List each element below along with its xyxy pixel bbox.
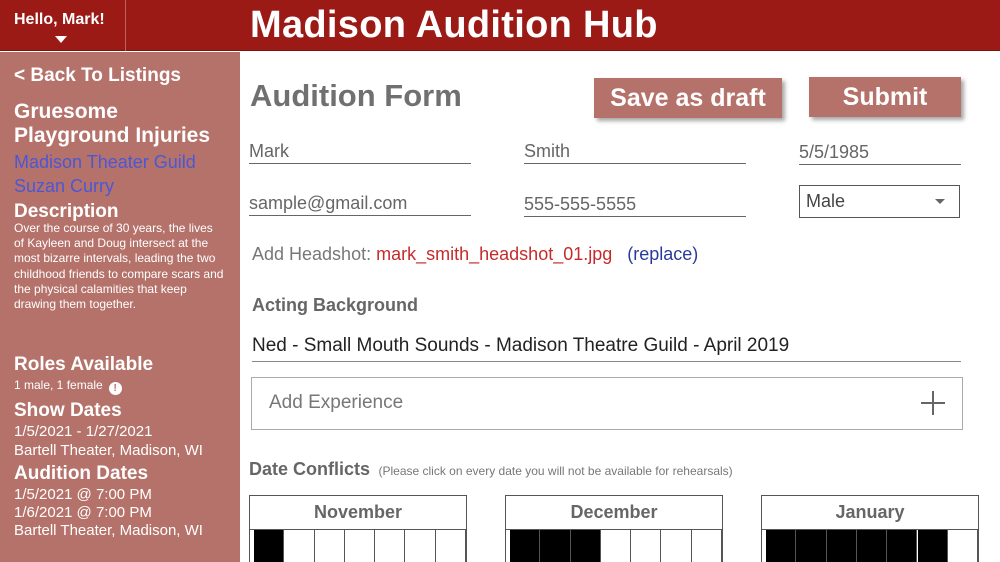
alert-icon[interactable]: ! bbox=[108, 382, 122, 395]
replace-headshot-link[interactable]: (replace) bbox=[627, 244, 698, 264]
roles-text: 1 male, 1 female bbox=[14, 378, 103, 392]
submit-button[interactable]: Submit bbox=[809, 77, 961, 117]
gender-select[interactable]: Male bbox=[799, 185, 960, 218]
add-experience-placeholder: Add Experience bbox=[269, 392, 404, 413]
show-title: Gruesome Playground Injuries bbox=[14, 100, 211, 147]
dropdown-arrow-icon bbox=[935, 199, 945, 204]
add-experience-input[interactable]: Add Experience bbox=[251, 377, 963, 430]
roles-info: 1 male, 1 female! bbox=[14, 378, 122, 395]
calendar-day-cell[interactable] bbox=[766, 530, 797, 562]
top-bar: Hello, Mark! Madison Audition Hub bbox=[0, 0, 1000, 51]
calendar-january: January bbox=[761, 495, 979, 562]
calendar-month-label: January bbox=[762, 496, 978, 530]
calendar-day-cell[interactable] bbox=[601, 530, 632, 562]
calendar-day-cell[interactable] bbox=[948, 530, 979, 562]
user-greeting: Hello, Mark! bbox=[14, 11, 105, 28]
first-name-field[interactable]: Mark bbox=[249, 138, 471, 164]
calendar-november: November bbox=[249, 495, 467, 562]
listing-sidebar: < Back To Listings Gruesome Playground I… bbox=[0, 52, 240, 562]
description-text: Over the course of 30 years, the lives o… bbox=[14, 221, 224, 312]
audition-venue-text: Bartell Theater, Madison, WI bbox=[14, 522, 203, 539]
director-link[interactable]: Suzan Curry bbox=[14, 176, 114, 197]
calendar-day-cell[interactable] bbox=[540, 530, 571, 562]
date-conflicts-heading: Date Conflicts bbox=[249, 459, 371, 479]
user-menu[interactable]: Hello, Mark! bbox=[0, 0, 126, 51]
calendar-day-row bbox=[250, 530, 467, 562]
calendar-month-label: December bbox=[506, 496, 722, 530]
calendar-day-cell[interactable] bbox=[406, 530, 436, 562]
show-dates-text: 1/5/2021 - 1/27/2021 bbox=[14, 423, 153, 440]
calendar-day-cell[interactable] bbox=[917, 530, 948, 562]
birthdate-field[interactable]: 5/5/1985 bbox=[799, 139, 961, 165]
calendar-day-cell[interactable] bbox=[692, 530, 723, 562]
calendar-december: December bbox=[505, 495, 723, 562]
page-title: Audition Form bbox=[250, 78, 462, 113]
headshot-filename: mark_smith_headshot_01.jpg bbox=[376, 244, 613, 264]
email-field[interactable]: sample@gmail.com bbox=[249, 190, 471, 216]
audition-date-item: 1/6/2021 @ 7:00 PM bbox=[14, 504, 152, 521]
calendar-day-cell[interactable] bbox=[375, 530, 406, 562]
calendar-day-cell[interactable] bbox=[345, 530, 376, 562]
show-dates-heading: Show Dates bbox=[14, 400, 122, 421]
calendar-day-cell[interactable] bbox=[510, 530, 541, 562]
app-title: Madison Audition Hub bbox=[250, 4, 658, 46]
calendar-month-label: November bbox=[250, 496, 466, 530]
audition-dates-heading: Audition Dates bbox=[14, 463, 149, 484]
audition-date-item: 1/5/2021 @ 7:00 PM bbox=[14, 486, 152, 503]
headshot-label: Add Headshot: bbox=[252, 244, 372, 264]
organization-link[interactable]: Madison Theater Guild bbox=[14, 152, 196, 173]
back-to-listings-link[interactable]: < Back To Listings bbox=[14, 65, 181, 87]
calendar-day-cell[interactable] bbox=[826, 530, 857, 562]
date-conflicts-note: (Please click on every date you will not… bbox=[378, 464, 733, 478]
calendar-day-cell[interactable] bbox=[796, 530, 827, 562]
calendar-day-cell[interactable] bbox=[254, 530, 285, 562]
calendar-day-cell[interactable] bbox=[662, 530, 692, 562]
acting-experience-entry[interactable]: Ned - Small Mouth Sounds - Madison Theat… bbox=[252, 334, 961, 362]
acting-background-heading: Acting Background bbox=[252, 295, 419, 315]
last-name-field[interactable]: Smith bbox=[524, 138, 746, 164]
headshot-row: Add Headshot: mark_smith_headshot_01.jpg… bbox=[252, 244, 698, 265]
calendar-day-cell[interactable] bbox=[315, 530, 345, 562]
phone-field[interactable]: 555-555-5555 bbox=[524, 191, 746, 217]
calendar-day-row bbox=[762, 530, 979, 562]
save-draft-button[interactable]: Save as draft bbox=[594, 78, 782, 118]
calendar-day-cell[interactable] bbox=[284, 530, 315, 562]
roles-heading: Roles Available bbox=[14, 354, 154, 375]
calendar-day-cell[interactable] bbox=[856, 530, 888, 562]
plus-icon[interactable] bbox=[921, 391, 945, 415]
chevron-down-icon bbox=[55, 36, 67, 43]
calendar-day-cell[interactable] bbox=[887, 530, 918, 562]
calendar-day-cell[interactable] bbox=[631, 530, 662, 562]
description-heading: Description bbox=[14, 201, 119, 222]
calendar-day-cell[interactable] bbox=[570, 530, 601, 562]
calendar-day-row bbox=[506, 530, 723, 562]
calendar-day-cell[interactable] bbox=[436, 530, 467, 562]
gender-select-value: Male bbox=[806, 191, 846, 211]
date-conflicts-header: Date Conflicts (Please click on every da… bbox=[249, 459, 733, 480]
show-venue-text: Bartell Theater, Madison, WI bbox=[14, 442, 203, 459]
